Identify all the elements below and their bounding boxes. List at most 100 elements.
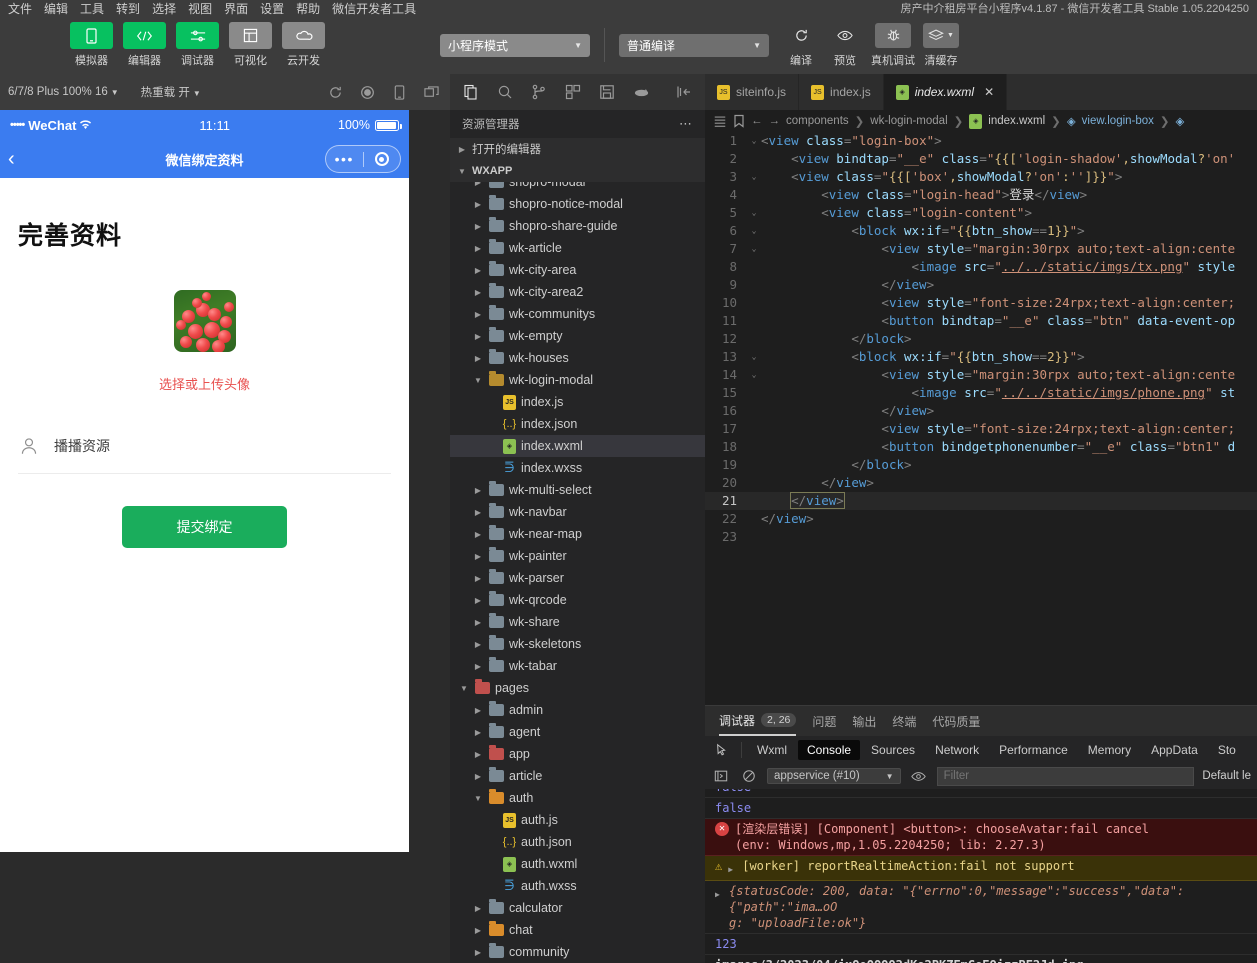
hot-reload-select[interactable]: 热重载 开▼: [141, 84, 201, 100]
source-control-icon[interactable]: [522, 74, 556, 110]
devtools-tab-AppData[interactable]: AppData: [1142, 740, 1207, 760]
tree-folder-pages[interactable]: ▼pages: [450, 677, 705, 699]
clear-console-icon[interactable]: [739, 769, 759, 783]
explorer-icon[interactable]: [454, 74, 488, 110]
docker-icon[interactable]: [624, 74, 658, 110]
toolbar-button-模拟器[interactable]: 模拟器: [70, 22, 113, 68]
menu-item-1[interactable]: 编辑: [44, 3, 68, 16]
toolbar-button-可视化[interactable]: 可视化: [229, 22, 272, 68]
code-editor[interactable]: 1⌄<view class="login-box">2 <view bindta…: [705, 132, 1257, 705]
tree-folder-wk-article[interactable]: ▶wk-article: [450, 237, 705, 259]
tree-folder-wk-tabar[interactable]: ▶wk-tabar: [450, 655, 705, 677]
capsule-close-button[interactable]: [364, 152, 401, 166]
tree-folder-shopro-notice-modal[interactable]: ▶shopro-notice-modal: [450, 193, 705, 215]
back-icon[interactable]: ‹: [8, 149, 32, 169]
record-icon[interactable]: [356, 81, 378, 103]
menu-item-4[interactable]: 选择: [152, 3, 176, 16]
eye-icon[interactable]: [909, 769, 929, 784]
tree-folder-wk-share[interactable]: ▶wk-share: [450, 611, 705, 633]
devtools-tab-Wxml[interactable]: Wxml: [748, 740, 796, 760]
tree-folder-wk-multi-select[interactable]: ▶wk-multi-select: [450, 479, 705, 501]
rotate-device-icon[interactable]: [388, 81, 410, 103]
fold-toggle[interactable]: ⌄: [747, 132, 761, 150]
mode-select[interactable]: 小程序模式 ▼: [440, 34, 590, 57]
devtools-tab-Performance[interactable]: Performance: [990, 740, 1077, 760]
tree-folder-wk-city-area2[interactable]: ▶wk-city-area2: [450, 281, 705, 303]
device-select[interactable]: 6/7/8 Plus 100% 16▼: [8, 86, 119, 98]
expand-triangle-icon[interactable]: ▶: [728, 862, 736, 878]
debugger-tab-问题[interactable]: 问题: [812, 706, 836, 736]
tree-folder-wk-parser[interactable]: ▶wk-parser: [450, 567, 705, 589]
tree-folder-wk-empty[interactable]: ▶wk-empty: [450, 325, 705, 347]
nickname-field-row[interactable]: 播播资源: [18, 435, 391, 474]
editor-tab-index.js[interactable]: JSindex.js: [799, 74, 884, 110]
tree-folder-wk-near-map[interactable]: ▶wk-near-map: [450, 523, 705, 545]
action-真机调试[interactable]: 真机调试: [871, 23, 915, 68]
menu-item-6[interactable]: 界面: [224, 3, 248, 16]
execute-icon[interactable]: [711, 769, 731, 783]
tree-folder-app[interactable]: ▶app: [450, 743, 705, 765]
action-清缓存[interactable]: ▼清缓存: [923, 23, 959, 68]
expand-triangle-icon[interactable]: ▶: [715, 887, 723, 903]
action-预览[interactable]: 预览: [827, 23, 863, 68]
editor-tab-index.wxml[interactable]: ◈index.wxml✕: [884, 74, 1007, 110]
toolbar-button-调试器[interactable]: 调试器: [176, 22, 219, 68]
tree-folder-wk-navbar[interactable]: ▶wk-navbar: [450, 501, 705, 523]
section-wxapp[interactable]: ▼ WXAPP: [450, 160, 705, 182]
menu-item-3[interactable]: 转到: [116, 3, 140, 16]
breadcrumb-item-0[interactable]: components: [786, 115, 849, 127]
fold-toggle[interactable]: ⌄: [747, 366, 761, 384]
fold-toggle[interactable]: ⌄: [747, 348, 761, 366]
tree-folder-community[interactable]: ▶community: [450, 941, 705, 963]
menu-item-5[interactable]: 视图: [188, 3, 212, 16]
tree-file-auth.wxml[interactable]: ◈auth.wxml: [450, 853, 705, 875]
menu-item-7[interactable]: 设置: [260, 3, 284, 16]
tree-file-auth.js[interactable]: JSauth.js: [450, 809, 705, 831]
bookmark-icon[interactable]: [733, 114, 745, 128]
tree-file-index.js[interactable]: JSindex.js: [450, 391, 705, 413]
debugger-tab-终端[interactable]: 终端: [892, 706, 916, 736]
devtools-tab-Sto[interactable]: Sto: [1209, 740, 1245, 760]
editor-tab-siteinfo.js[interactable]: JSsiteinfo.js: [705, 74, 799, 110]
tree-folder-article[interactable]: ▶article: [450, 765, 705, 787]
menu-item-9[interactable]: 微信开发者工具: [332, 3, 416, 16]
tree-folder-admin[interactable]: ▶admin: [450, 699, 705, 721]
devtools-tab-Sources[interactable]: Sources: [862, 740, 924, 760]
menu-item-0[interactable]: 文件: [8, 3, 32, 16]
avatar-image[interactable]: [174, 290, 236, 352]
refresh-icon[interactable]: [324, 81, 346, 103]
tree-file-index.wxss[interactable]: ⋽index.wxss: [450, 457, 705, 479]
back-arrow-icon[interactable]: ←: [751, 115, 763, 127]
submit-bind-button[interactable]: 提交绑定: [122, 506, 287, 548]
capsule-menu-button[interactable]: •••: [326, 155, 363, 163]
debugger-tab-调试器[interactable]: 调试器2, 26: [719, 706, 796, 736]
tree-file-auth.wxss[interactable]: ⋽auth.wxss: [450, 875, 705, 897]
log-level-select[interactable]: Default le: [1202, 770, 1251, 782]
tree-folder-wk-houses[interactable]: ▶wk-houses: [450, 347, 705, 369]
inspect-element-icon[interactable]: [709, 743, 735, 757]
extensions-icon[interactable]: [556, 74, 590, 110]
fold-toggle[interactable]: ⌄: [747, 240, 761, 258]
breadcrumb-item-2[interactable]: index.wxml: [988, 115, 1045, 127]
tree-folder-chat[interactable]: ▶chat: [450, 919, 705, 941]
breadcrumb-item-1[interactable]: wk-login-modal: [870, 115, 947, 127]
explorer-more-icon[interactable]: ⋯: [679, 116, 693, 132]
tree-folder-wk-city-area[interactable]: ▶wk-city-area: [450, 259, 705, 281]
tree-file-auth.json[interactable]: {..}auth.json: [450, 831, 705, 853]
section-open-editors[interactable]: ▶ 打开的编辑器: [450, 138, 705, 160]
tree-folder-shopro-share-guide[interactable]: ▶shopro-share-guide: [450, 215, 705, 237]
console-filter-input[interactable]: [937, 767, 1195, 786]
fold-toggle[interactable]: ⌄: [747, 204, 761, 222]
devtools-tab-Console[interactable]: Console: [798, 740, 860, 760]
context-select[interactable]: appservice (#10) ▼: [767, 768, 901, 784]
tree-folder-calculator[interactable]: ▶calculator: [450, 897, 705, 919]
tree-folder-wk-skeletons[interactable]: ▶wk-skeletons: [450, 633, 705, 655]
devtools-tab-Memory[interactable]: Memory: [1079, 740, 1140, 760]
fold-toggle[interactable]: ⌄: [747, 222, 761, 240]
debugger-tab-代码质量[interactable]: 代码质量: [932, 706, 980, 736]
tree-folder-shopro-modal[interactable]: ▶shopro-modal: [450, 182, 705, 193]
tree-folder-auth[interactable]: ▼auth: [450, 787, 705, 809]
avatar-chooser[interactable]: [18, 290, 391, 352]
tree-file-index.json[interactable]: {..}index.json: [450, 413, 705, 435]
outline-icon[interactable]: [713, 114, 727, 128]
